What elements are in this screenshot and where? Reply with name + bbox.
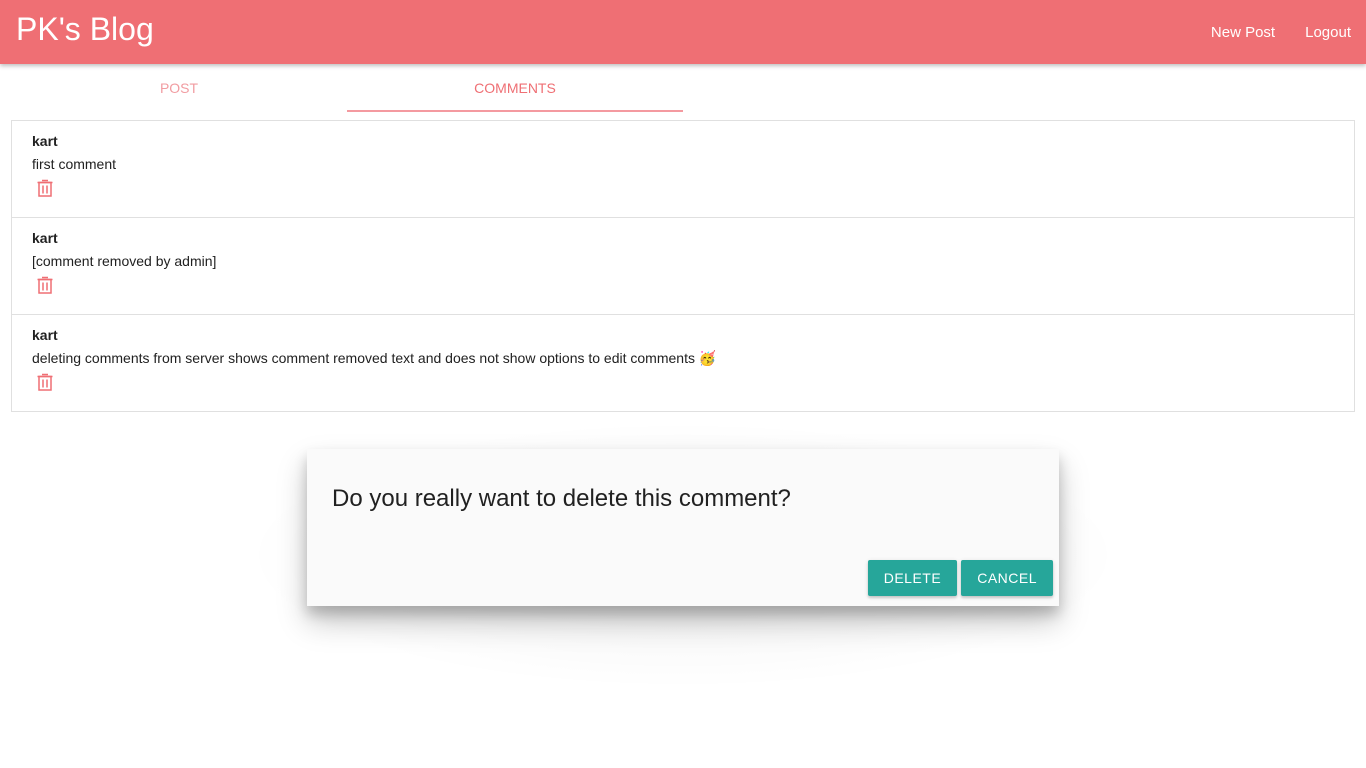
tab-comments[interactable]: COMMENTS (347, 64, 683, 112)
trash-icon[interactable] (36, 276, 54, 294)
tab-bar: POST COMMENTS (11, 64, 1355, 112)
active-tab-indicator (347, 110, 683, 112)
comment-list: kart first comment kart [comment removed… (11, 120, 1355, 412)
site-title[interactable]: PK's Blog (16, 10, 154, 48)
comment-item: kart first comment (12, 121, 1354, 218)
tab-post[interactable]: POST (11, 64, 347, 112)
comment-item: kart deleting comments from server shows… (12, 315, 1354, 411)
comment-item: kart [comment removed by admin] (12, 218, 1354, 315)
comment-text: first comment (32, 156, 117, 172)
top-navbar: PK's Blog New Post Logout (0, 0, 1366, 64)
nav-links: New Post Logout (1196, 0, 1366, 64)
dialog-message: Do you really want to delete this commen… (332, 485, 791, 512)
new-post-link[interactable]: New Post (1196, 24, 1290, 41)
comment-author: kart (32, 230, 58, 246)
delete-button[interactable]: DELETE (867, 560, 958, 596)
trash-icon[interactable] (36, 179, 54, 197)
dialog-actions: DELETE CANCEL (867, 560, 1053, 596)
cancel-button[interactable]: CANCEL (961, 560, 1053, 596)
comment-text: deleting comments from server shows comm… (32, 350, 717, 366)
trash-icon[interactable] (36, 373, 54, 391)
comment-author: kart (32, 327, 58, 343)
logout-link[interactable]: Logout (1290, 24, 1366, 41)
delete-confirm-dialog: Do you really want to delete this commen… (307, 449, 1059, 606)
comment-author: kart (32, 133, 58, 149)
comment-text: [comment removed by admin] (32, 253, 217, 269)
